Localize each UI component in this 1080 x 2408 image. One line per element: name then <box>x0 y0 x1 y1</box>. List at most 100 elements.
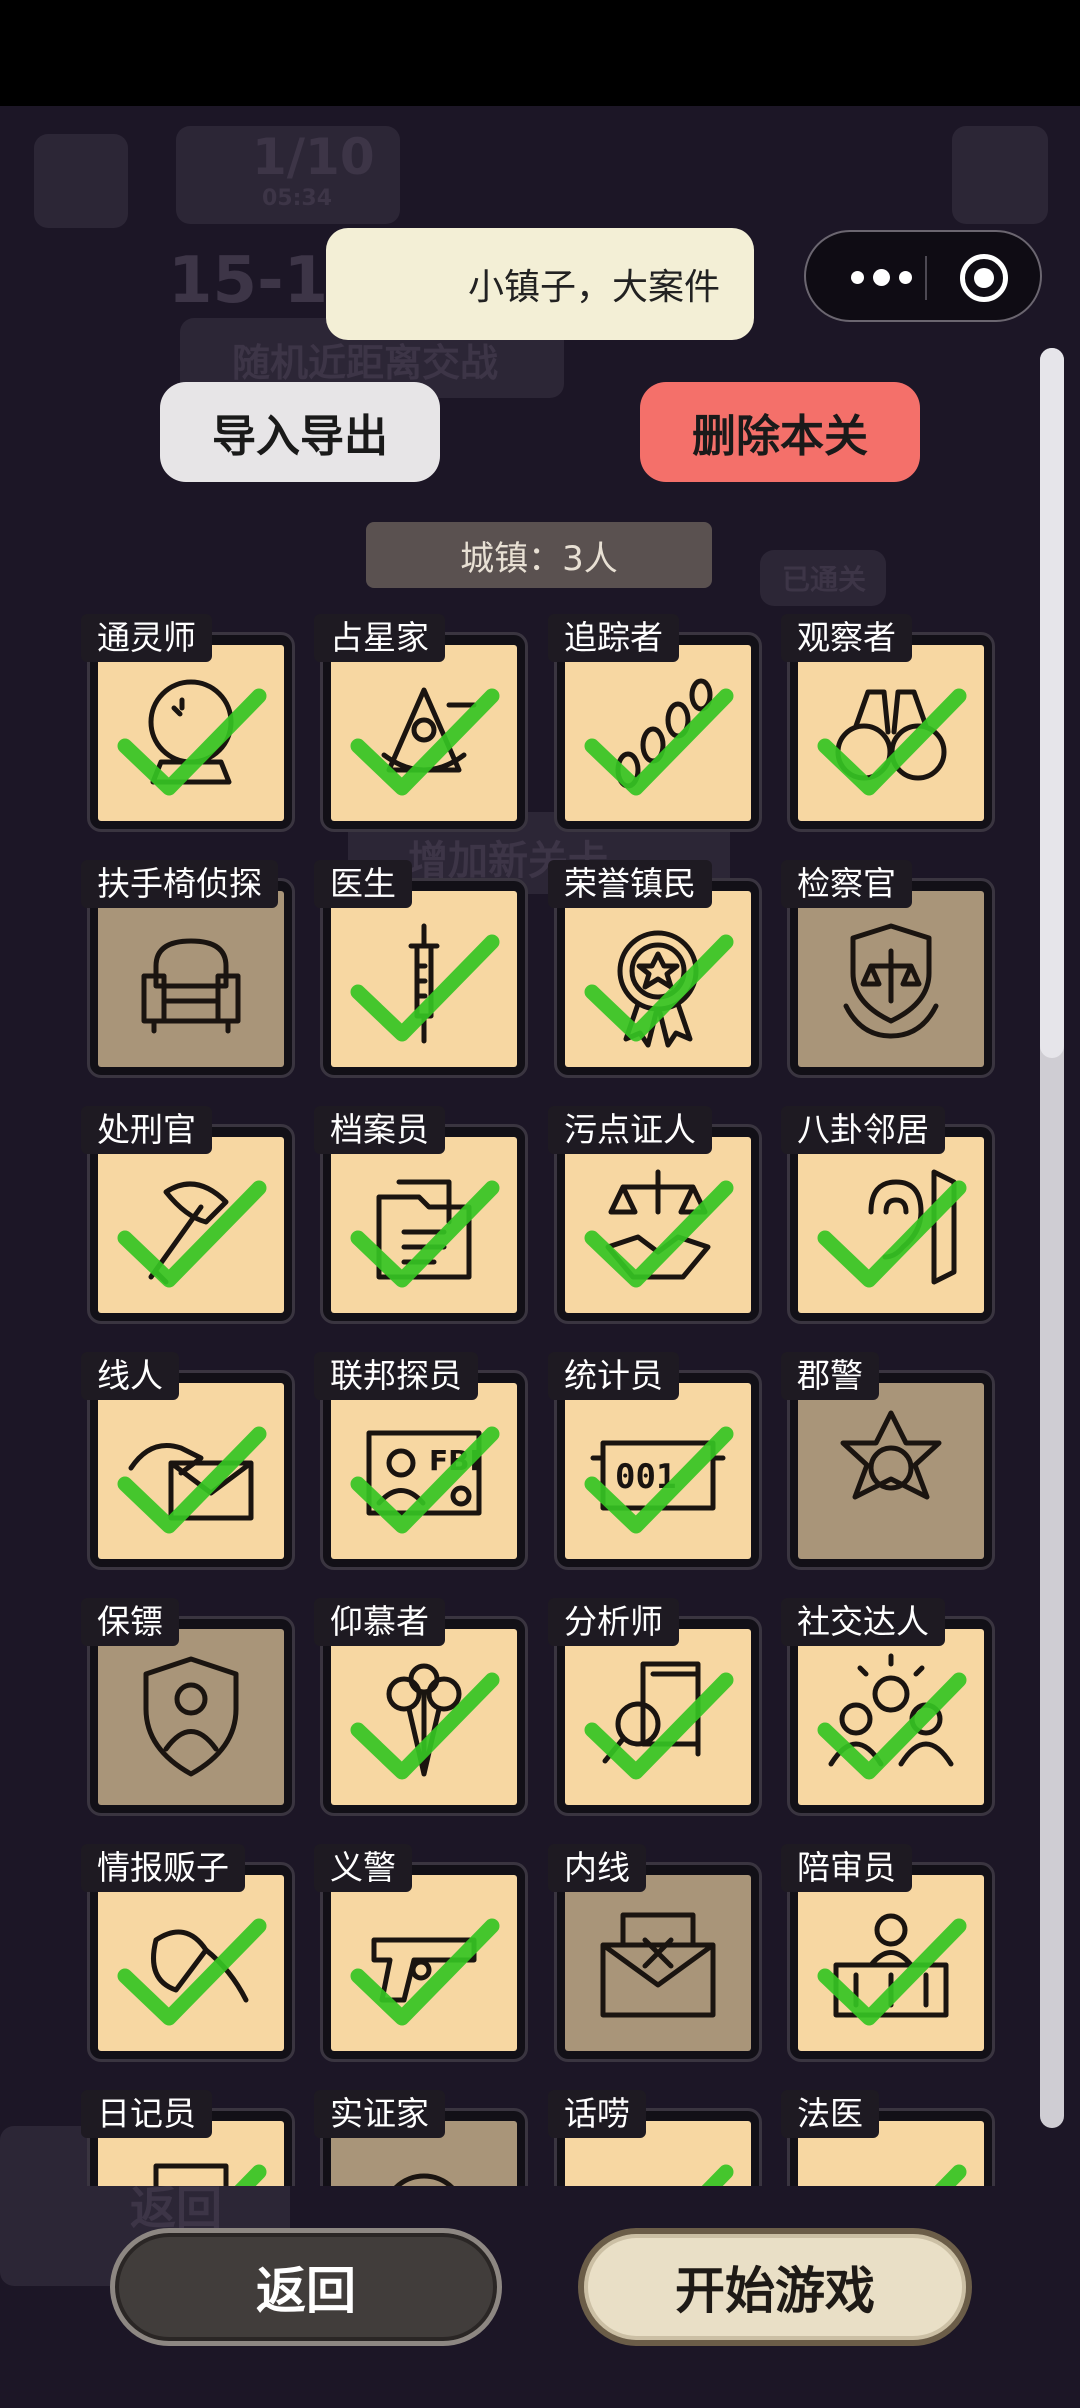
back-button[interactable]: 返回 <box>110 2228 502 2346</box>
more-dots-icon[interactable] <box>844 262 918 292</box>
shield-person-icon <box>143 1656 239 1777</box>
background-music-icon <box>952 126 1048 224</box>
town-count-label: 城镇：3人 <box>366 522 712 588</box>
role-card[interactable]: 医生 <box>314 860 528 1078</box>
checkmark-icon <box>817 1672 967 1780</box>
role-card[interactable]: 档案员 <box>314 1106 528 1324</box>
role-card[interactable]: 郡警 <box>781 1352 995 1570</box>
checkmark-icon <box>117 688 267 796</box>
role-name-label: 日记员 <box>81 2090 212 2138</box>
background-level-id: 15-1 <box>168 244 329 318</box>
role-card[interactable]: 保镖 <box>81 1598 295 1816</box>
envelope-x-icon <box>600 1912 716 2018</box>
miniprogram-capsule <box>804 230 1042 322</box>
role-name-label: 追踪者 <box>548 614 679 662</box>
sheriff-star-icon <box>840 1410 942 1500</box>
role-card[interactable]: 仰慕者 <box>314 1598 528 1816</box>
role-card[interactable]: FBI 联邦探员 <box>314 1352 528 1570</box>
background-energy: 1/10 <box>252 128 375 186</box>
checkmark-icon <box>234 2164 267 2186</box>
justice-emblem-icon <box>843 923 939 1039</box>
role-name-label: 观察者 <box>781 614 912 662</box>
role-name-label: 郡警 <box>781 1352 879 1400</box>
checkmark-icon <box>350 934 500 1042</box>
role-name-label: 八卦邻居 <box>781 1106 945 1154</box>
role-card[interactable]: 污点证人 <box>548 1106 762 1324</box>
close-circle-icon[interactable] <box>960 254 1008 302</box>
checkmark-icon <box>350 1918 500 2026</box>
role-name-label: 社交达人 <box>781 1598 945 1646</box>
role-name-label: 实证家 <box>314 2090 445 2138</box>
checkmark-icon <box>701 2164 734 2186</box>
role-card[interactable]: 处刑官 <box>81 1106 295 1324</box>
checkmark-icon <box>117 1426 267 1534</box>
role-card[interactable]: 占星家 <box>314 614 528 832</box>
role-name-label: 义警 <box>314 1844 412 1892</box>
role-name-label: 分析师 <box>548 1598 679 1646</box>
role-card[interactable]: 通灵师 <box>81 614 295 832</box>
role-name-label: 联邦探员 <box>314 1352 478 1400</box>
checkmark-icon <box>817 1918 967 2026</box>
role-card[interactable]: 义警 <box>314 1844 528 2062</box>
role-card[interactable]: 日记员 <box>81 2090 295 2186</box>
checkmark-icon <box>117 1918 267 2026</box>
role-name-label: 内线 <box>548 1844 646 1892</box>
checkmark-icon <box>584 934 734 1042</box>
role-card[interactable]: 追踪者 <box>548 614 762 832</box>
checkmark-icon <box>584 1672 734 1780</box>
role-card[interactable]: 观察者 <box>781 614 995 832</box>
checkmark-icon <box>584 1426 734 1534</box>
role-name-label: 通灵师 <box>81 614 212 662</box>
background-level-name: 随机近距离交战 <box>232 341 499 385</box>
checkmark-icon <box>350 1180 500 1288</box>
checkmark-icon <box>117 1180 267 1288</box>
scrollbar-thumb[interactable] <box>1040 348 1064 1058</box>
role-name-label: 污点证人 <box>548 1106 712 1154</box>
role-card[interactable]: 分析师 <box>548 1598 762 1816</box>
toast-text: 小镇子，大案件 <box>467 267 720 308</box>
role-card[interactable]: 001 统计员 <box>548 1352 762 1570</box>
checkmark-icon <box>350 1426 500 1534</box>
role-name-label: 扶手椅侦探 <box>81 860 278 908</box>
role-card[interactable]: 情报贩子 <box>81 1844 295 2062</box>
role-card[interactable]: 荣誉镇民 <box>548 860 762 1078</box>
role-name-label: 情报贩子 <box>81 1844 245 1892</box>
checkmark-icon <box>817 1180 967 1288</box>
start-game-button[interactable]: 开始游戏 <box>578 2228 972 2346</box>
role-name-label: 话唠 <box>548 2090 646 2138</box>
role-card[interactable]: 扶手椅侦探 <box>81 860 295 1078</box>
role-name-label: 保镖 <box>81 1598 179 1646</box>
role-card[interactable]: 社交达人 <box>781 1598 995 1816</box>
role-name-label: 档案员 <box>314 1106 445 1154</box>
role-card[interactable]: 内线 <box>548 1844 762 2062</box>
role-name-label: 检察官 <box>781 860 912 908</box>
role-name-label: 占星家 <box>314 614 445 662</box>
role-name-label: 医生 <box>314 860 412 908</box>
checkmark-icon <box>934 2164 967 2186</box>
role-name-label: 仰慕者 <box>314 1598 445 1646</box>
armchair-icon <box>141 938 241 1034</box>
delete-level-button[interactable]: 删除本关 <box>640 382 920 482</box>
role-grid[interactable]: 通灵师 占星家 追踪者 观察者扶手椅侦探 医生 荣誉镇民 检察官处刑官 档案员 污点证人 八卦邻居… <box>0 600 1080 2186</box>
import-export-button[interactable]: 导入导出 <box>160 382 440 482</box>
role-name-label: 荣誉镇民 <box>548 860 712 908</box>
capsule-divider <box>925 256 927 300</box>
role-name-label: 陪审员 <box>781 1844 912 1892</box>
checkmark-icon <box>584 1180 734 1288</box>
role-name-label: 法医 <box>781 2090 879 2138</box>
background-timer: 05:34 <box>262 186 333 211</box>
checkmark-icon <box>350 1672 500 1780</box>
role-card[interactable]: 陪审员 <box>781 1844 995 2062</box>
role-name-label: 处刑官 <box>81 1106 212 1154</box>
role-card[interactable]: 法医 <box>781 2090 995 2186</box>
role-card[interactable]: 八卦邻居 <box>781 1106 995 1324</box>
checkmark-icon <box>817 688 967 796</box>
level-name-toast: 小镇子，大案件 <box>326 228 754 340</box>
checkmark-icon <box>350 688 500 796</box>
role-card[interactable]: 实证家 <box>314 2090 528 2186</box>
status-bar <box>0 0 1080 106</box>
role-card[interactable]: 检察官 <box>781 860 995 1078</box>
checkmark-icon <box>584 688 734 796</box>
role-card[interactable]: 话唠 <box>548 2090 762 2186</box>
role-card[interactable]: 线人 <box>81 1352 295 1570</box>
